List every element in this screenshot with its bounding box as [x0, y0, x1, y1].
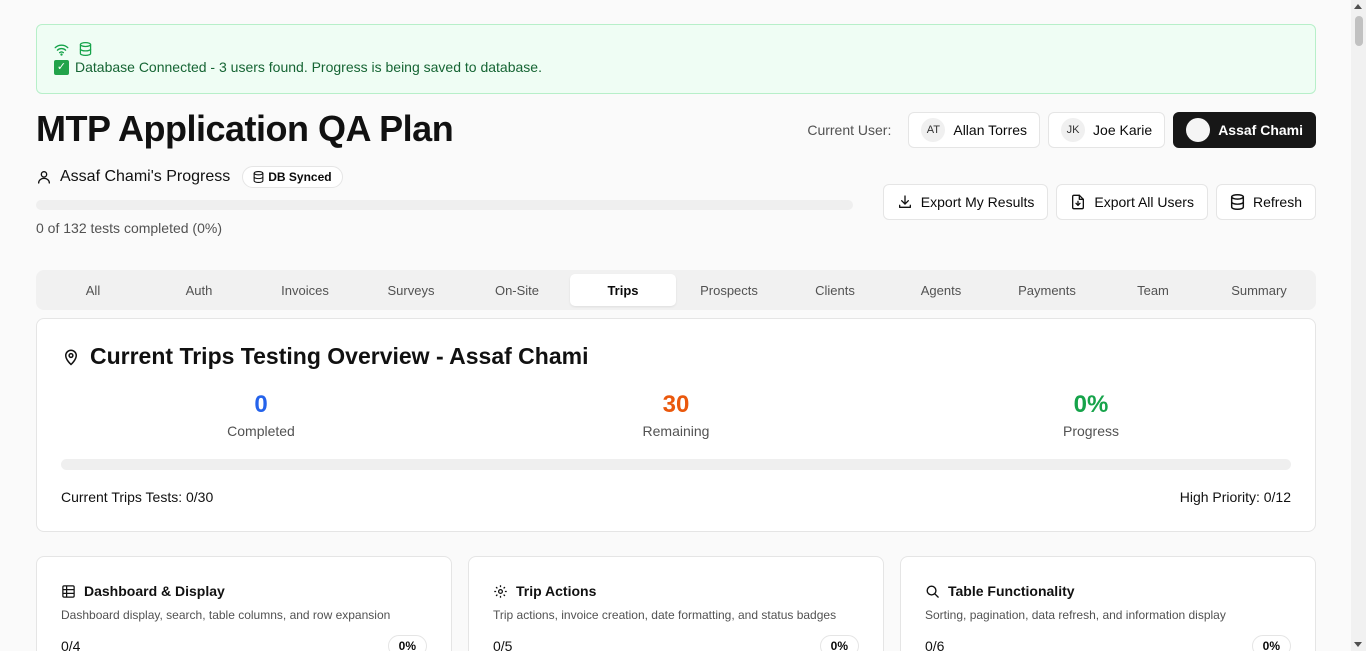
card-count: 0/5: [493, 638, 513, 651]
tab-auth[interactable]: Auth: [146, 274, 252, 306]
tab-all[interactable]: All: [40, 274, 146, 306]
scroll-thumb[interactable]: [1355, 16, 1363, 46]
action-buttons: Export My Results Export All Users Refre…: [882, 184, 1316, 220]
card-count: 0/6: [925, 638, 945, 651]
stat-label: Remaining: [642, 423, 710, 439]
current-user-label: Current User:: [807, 122, 892, 138]
tab-payments[interactable]: Payments: [994, 274, 1100, 306]
high-priority-count: High Priority: 0/12: [1179, 489, 1291, 505]
database-icon: [253, 171, 264, 183]
refresh-button[interactable]: Refresh: [1215, 184, 1316, 220]
download-icon: [897, 194, 913, 210]
button-label: Export My Results: [920, 194, 1035, 210]
stat-progress: 0% Progress: [941, 391, 1241, 439]
tab-clients[interactable]: Clients: [782, 274, 888, 306]
gear-icon: [493, 584, 508, 599]
stat-value: 30: [662, 391, 690, 418]
card-description: Dashboard display, search, table columns…: [61, 608, 391, 622]
avatar: [1186, 118, 1211, 142]
trips-tests-count: Current Trips Tests: 0/30: [61, 489, 214, 505]
badge-label: DB Synced: [268, 170, 332, 184]
tab-trips[interactable]: Trips: [570, 274, 676, 306]
scroll-down-arrow-icon[interactable]: [1354, 642, 1362, 647]
scroll-up-arrow-icon[interactable]: [1354, 4, 1362, 9]
user-button-joe-karie[interactable]: JK Joe Karie: [1048, 112, 1166, 148]
page-title: MTP Application QA Plan: [36, 108, 454, 149]
user-name: Assaf Chami: [1218, 122, 1303, 138]
card-percent-badge: 0%: [387, 635, 427, 651]
progress-title: Assaf Chami's Progress: [60, 168, 231, 185]
user-icon: [36, 169, 52, 185]
database-icon: [79, 42, 92, 56]
card-description: Trip actions, invoice creation, date for…: [493, 608, 837, 622]
search-icon: [925, 584, 940, 599]
banner-message: Database Connected - 3 users found. Prog…: [75, 59, 542, 75]
tab-invoices[interactable]: Invoices: [252, 274, 358, 306]
db-status-banner: ✓ Database Connected - 3 users found. Pr…: [36, 24, 1316, 94]
button-label: Refresh: [1252, 194, 1302, 210]
user-switcher: Current User: AT Allan Torres JK Joe Kar…: [807, 112, 1316, 148]
section-card-dashboard-display[interactable]: Dashboard & Display Dashboard display, s…: [36, 556, 452, 651]
page-scrollbar[interactable]: [1351, 0, 1366, 651]
card-count: 0/4: [61, 638, 81, 651]
file-download-icon: [1070, 194, 1086, 210]
table-icon: [61, 584, 76, 599]
tab-agents[interactable]: Agents: [888, 274, 994, 306]
user-button-assaf-chami[interactable]: Assaf Chami: [1173, 112, 1316, 148]
category-tabs: All Auth Invoices Surveys On-Site Trips …: [36, 270, 1316, 310]
tab-on-site[interactable]: On-Site: [464, 274, 570, 306]
status-badge: DB Synced: [242, 166, 343, 188]
stat-label: Completed: [227, 423, 295, 439]
user-name: Joe Karie: [1093, 122, 1153, 138]
user-button-allan-torres[interactable]: AT Allan Torres: [908, 112, 1041, 148]
user-name: Allan Torres: [953, 122, 1028, 138]
avatar: AT: [921, 118, 946, 142]
tab-summary[interactable]: Summary: [1206, 274, 1312, 306]
progress-summary: 0 of 132 tests completed (0%): [36, 220, 222, 236]
check-icon: ✓: [54, 59, 69, 75]
tab-prospects[interactable]: Prospects: [676, 274, 782, 306]
card-percent-badge: 0%: [819, 635, 859, 651]
card-percent-badge: 0%: [1251, 635, 1291, 651]
overall-progress-bar: [36, 200, 853, 210]
button-label: Export All Users: [1094, 194, 1194, 210]
map-pin-icon: [62, 347, 80, 367]
card-description: Sorting, pagination, data refresh, and i…: [925, 608, 1226, 622]
wifi-icon: [54, 43, 69, 56]
card-title: Trip Actions: [516, 583, 597, 599]
stat-value: 0: [254, 391, 268, 418]
tab-team[interactable]: Team: [1100, 274, 1206, 306]
section-card-table-functionality[interactable]: Table Functionality Sorting, pagination,…: [900, 556, 1316, 651]
trips-progress-bar: [61, 459, 1291, 470]
database-icon: [1230, 194, 1245, 210]
avatar: JK: [1061, 118, 1086, 142]
trips-overview-card: Current Trips Testing Overview - Assaf C…: [36, 318, 1316, 532]
section-card-trip-actions[interactable]: Trip Actions Trip actions, invoice creat…: [468, 556, 884, 651]
stat-completed: 0 Completed: [111, 391, 411, 439]
tab-surveys[interactable]: Surveys: [358, 274, 464, 306]
user-progress-heading: Assaf Chami's Progress DB Synced: [36, 166, 343, 188]
card-title: Dashboard & Display: [84, 583, 225, 599]
card-title: Table Functionality: [948, 583, 1075, 599]
stat-label: Progress: [1062, 423, 1120, 439]
export-my-results-button[interactable]: Export My Results: [882, 184, 1049, 220]
stat-remaining: 30 Remaining: [526, 391, 826, 439]
export-all-users-button[interactable]: Export All Users: [1056, 184, 1208, 220]
overview-title: Current Trips Testing Overview - Assaf C…: [90, 343, 589, 369]
stat-value: 0%: [1073, 391, 1109, 418]
